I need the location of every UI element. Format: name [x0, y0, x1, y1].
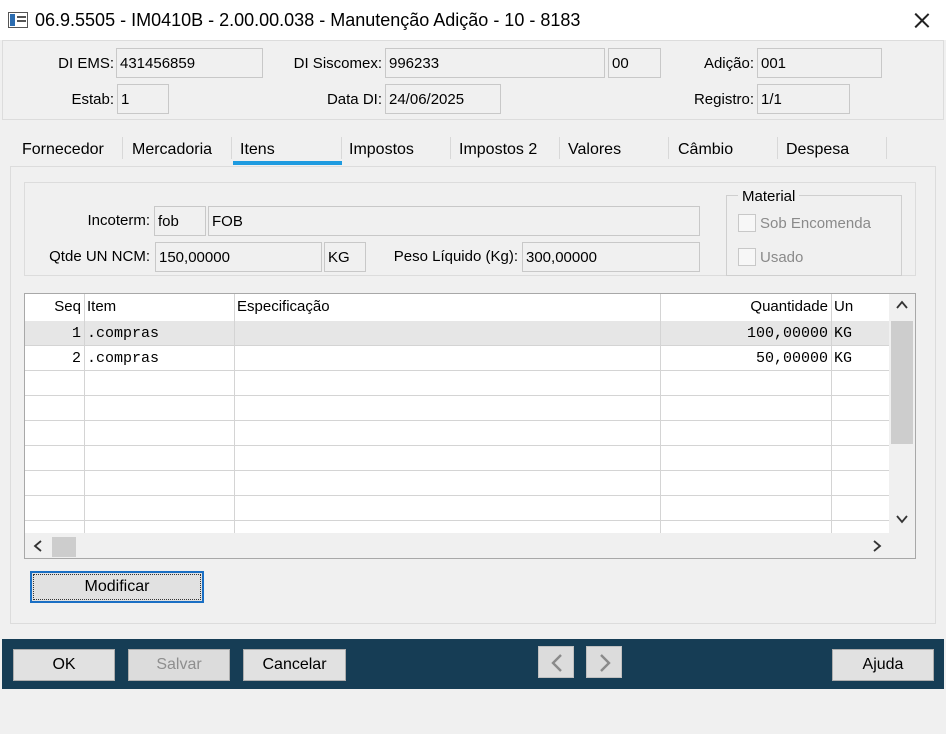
- chevron-right-icon[interactable]: [870, 539, 884, 556]
- adicao-field[interactable]: 001: [757, 48, 882, 78]
- chevron-down-icon[interactable]: [895, 512, 909, 529]
- row-1-seq: 1: [71, 325, 81, 342]
- peso-liquido-label: Peso Líquido (Kg):: [393, 248, 518, 265]
- table-row-empty[interactable]: [25, 496, 889, 521]
- table-row-empty[interactable]: [25, 396, 889, 421]
- vertical-scroll-thumb[interactable]: [891, 321, 913, 444]
- incoterm-code-field[interactable]: fob: [154, 206, 206, 236]
- tab-divider: [450, 137, 451, 159]
- tab-impostos-2[interactable]: Impostos 2: [459, 135, 537, 165]
- horizontal-scroll-thumb[interactable]: [52, 537, 76, 557]
- column-header-seq[interactable]: Seq: [25, 294, 84, 319]
- tab-despesa[interactable]: Despesa: [786, 135, 849, 165]
- adicao-label: Adição:: [703, 55, 754, 72]
- itens-grid[interactable]: Seq Item Especificação Quantidade Un 1 .…: [24, 293, 916, 559]
- column-divider: [660, 294, 661, 533]
- tab-divider: [341, 137, 342, 159]
- incoterm-label: Incoterm:: [87, 212, 150, 229]
- tab-mercadoria[interactable]: Mercadoria: [132, 135, 212, 165]
- estab-label: Estab:: [71, 91, 114, 108]
- di-ems-field[interactable]: 431456859: [116, 48, 263, 78]
- app-window-icon[interactable]: [8, 12, 28, 28]
- close-icon[interactable]: [898, 0, 946, 40]
- sob-encomenda-checkbox[interactable]: [738, 214, 756, 232]
- chevron-right-icon: [600, 654, 611, 672]
- tab-divider: [777, 137, 778, 159]
- qtde-un-ncm-label: Qtde UN NCM:: [49, 248, 150, 265]
- di-siscomex-suffix-field[interactable]: 00: [608, 48, 661, 78]
- di-siscomex-field[interactable]: 996233: [385, 48, 605, 78]
- salvar-button[interactable]: Salvar: [128, 649, 230, 681]
- table-row-empty[interactable]: [25, 371, 889, 396]
- window-title: 06.9.5505 - IM0410B - 2.00.00.038 - Manu…: [35, 10, 581, 30]
- tab-divider: [122, 137, 123, 159]
- qtde-un-ncm-field[interactable]: 150,00000: [155, 242, 322, 272]
- chevron-left-icon: [551, 654, 562, 672]
- tab-impostos[interactable]: Impostos: [349, 135, 414, 165]
- incoterm-description-field[interactable]: FOB: [208, 206, 700, 236]
- column-divider: [84, 294, 85, 533]
- registro-field[interactable]: 1/1: [757, 84, 850, 114]
- column-divider: [234, 294, 235, 533]
- di-siscomex-label: DI Siscomex:: [293, 55, 382, 72]
- tab-divider: [231, 137, 232, 159]
- row-1-un: KG: [834, 325, 853, 342]
- table-row-empty[interactable]: [25, 471, 889, 496]
- di-ems-label: DI EMS:: [58, 55, 114, 72]
- row-1-item: .compras: [87, 325, 160, 342]
- tab-fornecedor[interactable]: Fornecedor: [22, 135, 104, 165]
- qtde-unit-field[interactable]: KG: [324, 242, 366, 272]
- next-button[interactable]: [586, 646, 622, 678]
- row-1-especificacao: [234, 321, 660, 346]
- ajuda-button[interactable]: Ajuda: [832, 649, 934, 681]
- selected-tab-indicator: [233, 161, 342, 165]
- data-di-field[interactable]: 24/06/2025: [385, 84, 501, 114]
- column-header-especificacao[interactable]: Especificação: [234, 294, 660, 319]
- row-1-quantidade: 100,00000: [746, 325, 828, 342]
- modificar-button[interactable]: Modificar: [30, 571, 204, 603]
- tab-cambio[interactable]: Câmbio: [678, 135, 733, 165]
- tab-valores[interactable]: Valores: [568, 135, 621, 165]
- row-2-quantidade: 50,00000: [755, 350, 828, 367]
- tab-divider: [886, 137, 887, 159]
- status-strip: [0, 690, 946, 734]
- data-di-label: Data DI:: [326, 91, 382, 108]
- chevron-up-icon[interactable]: [895, 298, 909, 315]
- row-2-item: .compras: [87, 350, 160, 367]
- table-row-empty[interactable]: [25, 446, 889, 471]
- material-group-title: Material: [738, 188, 800, 205]
- column-header-item[interactable]: Item: [84, 294, 234, 319]
- tab-divider: [668, 137, 669, 159]
- chevron-left-icon[interactable]: [31, 539, 45, 556]
- table-row-empty[interactable]: [25, 421, 889, 446]
- previous-button[interactable]: [538, 646, 574, 678]
- registro-label: Registro:: [693, 91, 754, 108]
- sob-encomenda-label: Sob Encomenda: [760, 215, 871, 232]
- tab-divider: [559, 137, 560, 159]
- ok-button[interactable]: OK: [13, 649, 115, 681]
- row-2-especificacao: [234, 346, 660, 371]
- column-header-quantidade[interactable]: Quantidade: [660, 294, 831, 319]
- column-header-un[interactable]: Un: [831, 294, 889, 319]
- usado-label: Usado: [760, 249, 804, 266]
- horizontal-scrollbar[interactable]: [25, 533, 915, 558]
- usado-checkbox[interactable]: [738, 248, 756, 266]
- peso-liquido-field[interactable]: 300,00000: [522, 242, 700, 272]
- cancelar-button[interactable]: Cancelar: [243, 649, 346, 681]
- estab-field[interactable]: 1: [117, 84, 169, 114]
- row-2-seq: 2: [71, 350, 81, 367]
- row-2-un: KG: [834, 350, 853, 367]
- column-divider: [831, 294, 832, 533]
